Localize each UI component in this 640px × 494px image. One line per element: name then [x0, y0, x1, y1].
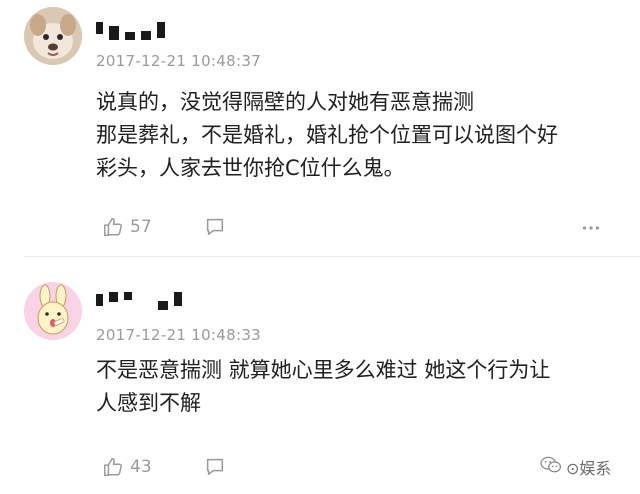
- like-count: 57: [130, 217, 152, 237]
- watermark-text: ⊙娱系: [566, 459, 612, 478]
- thumbs-up-icon[interactable]: [102, 216, 124, 238]
- divider: [24, 256, 640, 257]
- username-pixel: [96, 294, 103, 306]
- username-pixel: [158, 301, 168, 310]
- username-pixel: [109, 26, 119, 40]
- like-count: 43: [130, 457, 152, 477]
- avatar[interactable]: [24, 282, 82, 340]
- bunny-avatar-image: [24, 282, 82, 340]
- timestamp: 2017-12-21 10:48:37: [96, 52, 262, 70]
- username-pixel: [157, 22, 165, 38]
- comment-text-line: 彩头，人家去世你抢C位什么鬼。: [96, 156, 405, 180]
- comment-bubble-icon[interactable]: [204, 216, 226, 238]
- comment-text: 不是恶意揣测 就算她心里多么难过 她这个行为让 人感到不解: [96, 354, 616, 420]
- username-pixel: [96, 22, 103, 34]
- thumbs-up-icon[interactable]: [102, 456, 124, 478]
- watermark: ⊙娱系: [540, 455, 611, 479]
- username-pixelated: [96, 18, 165, 40]
- comment-bubble-icon[interactable]: [204, 456, 226, 478]
- dog-avatar-image: [24, 7, 82, 65]
- more-dots-icon[interactable]: [580, 217, 602, 239]
- username-pixel: [109, 292, 118, 302]
- comment-text-line: 不是恶意揣测 就算她心里多么难过 她这个行为让: [96, 358, 551, 382]
- comment-actions: 43: [102, 454, 226, 480]
- username-pixel: [141, 31, 151, 40]
- username-pixel: [174, 292, 182, 306]
- username-pixelated: [96, 288, 182, 310]
- username-pixel: [125, 32, 135, 40]
- comment-text-line: 那是葬礼，不是婚礼，婚礼抢个位置可以说图个好: [96, 123, 558, 147]
- avatar[interactable]: [24, 7, 82, 65]
- wechat-logo-icon: [540, 456, 562, 478]
- comment-text-line: 说真的，没觉得隔壁的人对她有恶意揣测: [96, 90, 474, 114]
- comment-item: 2017-12-21 10:48:37 说真的，没觉得隔壁的人对她有恶意揣测 那…: [0, 0, 640, 258]
- comment-text: 说真的，没觉得隔壁的人对她有恶意揣测 那是葬礼，不是婚礼，婚礼抢个位置可以说图个…: [96, 86, 616, 185]
- username-pixel: [124, 292, 132, 300]
- comment-text-line: 人感到不解: [96, 391, 201, 415]
- comment-actions: 57: [102, 214, 226, 240]
- timestamp: 2017-12-21 10:48:33: [96, 326, 262, 344]
